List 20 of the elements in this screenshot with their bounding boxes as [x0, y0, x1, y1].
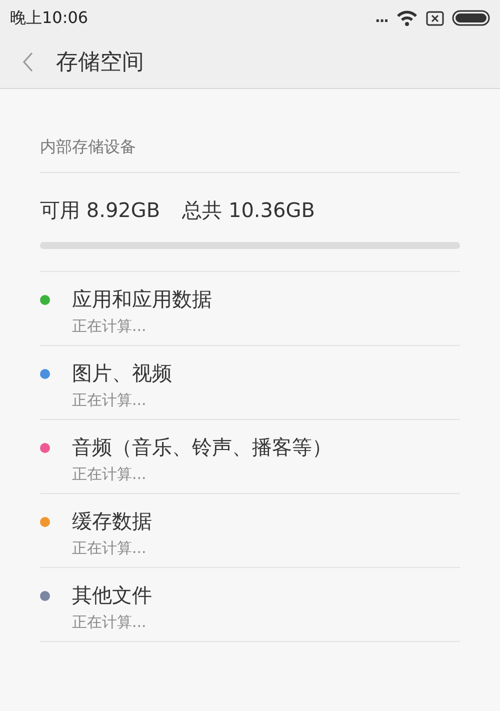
battery-icon	[452, 10, 490, 26]
section-title: 内部存储设备	[40, 89, 460, 173]
no-sim-icon	[426, 10, 444, 26]
available-storage: 可用 8.92GB	[40, 197, 160, 224]
category-name[interactable]: 应用和应用数据	[72, 286, 212, 313]
more-dots: ...	[375, 10, 388, 26]
category-name[interactable]: 图片、视频	[72, 360, 172, 387]
wifi-icon	[396, 10, 418, 26]
category-name[interactable]: 缓存数据	[72, 508, 152, 535]
total-storage: 总共 10.36GB	[182, 197, 315, 224]
category-status: 正在计算...	[72, 539, 148, 558]
category-name[interactable]: 音频（音乐、铃声、播客等）	[72, 434, 332, 461]
category-status: 正在计算...	[72, 613, 148, 632]
category-status: 正在计算...	[72, 465, 148, 484]
category-name[interactable]: 其他文件	[72, 582, 152, 609]
category-status: 正在计算...	[72, 391, 148, 410]
status-time: 晚上10:06	[10, 8, 88, 28]
page-title: 存储空间	[56, 49, 144, 77]
back-icon[interactable]	[22, 52, 34, 72]
category-status: 正在计算...	[72, 317, 148, 336]
